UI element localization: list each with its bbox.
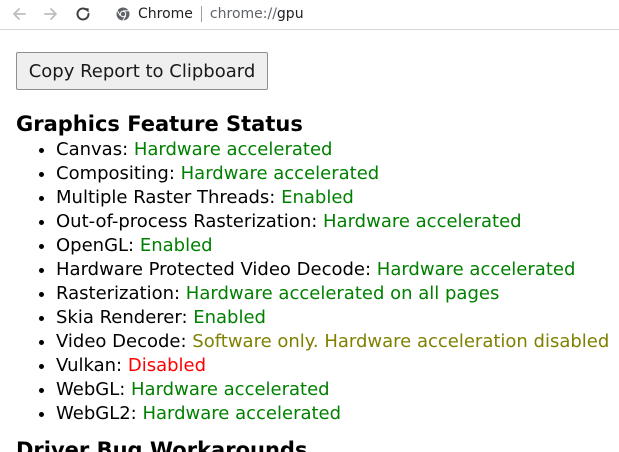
feature-name: Compositing: bbox=[56, 163, 181, 184]
address-bar[interactable]: Chrome chrome://gpu bbox=[106, 2, 619, 26]
feature-item: Hardware Protected Video Decode: Hardwar… bbox=[56, 258, 609, 282]
omnibox-divider bbox=[200, 6, 202, 22]
feature-status: Hardware accelerated bbox=[323, 211, 522, 232]
reload-button[interactable] bbox=[70, 2, 96, 26]
feature-name: Multiple Raster Threads: bbox=[56, 187, 282, 208]
url-scheme: chrome:// bbox=[209, 6, 277, 22]
feature-item: Skia Renderer: Enabled bbox=[56, 306, 609, 330]
feature-status: Hardware accelerated bbox=[180, 163, 380, 184]
feature-status: Enabled bbox=[193, 307, 266, 328]
feature-name: Skia Renderer: bbox=[56, 307, 194, 328]
back-button[interactable] bbox=[6, 2, 32, 26]
feature-name: Rasterization: bbox=[56, 283, 186, 304]
arrow-right-icon bbox=[44, 8, 57, 20]
page-content: Copy Report to Clipboard Graphics Featur… bbox=[0, 30, 619, 452]
feature-status: Hardware accelerated bbox=[142, 403, 342, 424]
feature-status: Hardware accelerated bbox=[376, 259, 576, 280]
feature-name: Out-of-process Rasterization: bbox=[56, 211, 324, 232]
feature-name: OpenGL: bbox=[56, 235, 140, 256]
reload-icon bbox=[76, 7, 90, 21]
feature-name: Vulkan: bbox=[56, 355, 128, 376]
driver-workarounds-heading: Driver Bug Workarounds bbox=[16, 438, 308, 452]
feature-name: Hardware Protected Video Decode: bbox=[56, 259, 377, 280]
feature-status: Disabled bbox=[127, 355, 207, 376]
arrow-left-icon bbox=[13, 8, 26, 20]
feature-status-list: Canvas: Hardware acceleratedCompositing:… bbox=[16, 138, 609, 426]
feature-item: Multiple Raster Threads: Enabled bbox=[56, 186, 609, 210]
feature-name: WebGL: bbox=[56, 379, 132, 400]
feature-status: Hardware accelerated bbox=[133, 139, 333, 160]
feature-item: Rasterization: Hardware accelerated on a… bbox=[56, 282, 609, 306]
feature-status-heading: Graphics Feature Status bbox=[16, 112, 303, 136]
browser-toolbar: Chrome chrome://gpu bbox=[0, 0, 619, 30]
feature-status: Enabled bbox=[281, 187, 354, 208]
feature-item: WebGL: Hardware accelerated bbox=[56, 378, 609, 402]
feature-item: WebGL2: Hardware accelerated bbox=[56, 402, 609, 426]
feature-item: Canvas: Hardware accelerated bbox=[56, 138, 609, 162]
copy-report-button[interactable]: Copy Report to Clipboard bbox=[16, 52, 268, 90]
feature-item: OpenGL: Enabled bbox=[56, 234, 609, 258]
feature-status: Software only. Hardware acceleration dis… bbox=[192, 331, 610, 352]
url-host: gpu bbox=[276, 6, 304, 22]
feature-item: Out-of-process Rasterization: Hardware a… bbox=[56, 210, 609, 234]
feature-status: Hardware accelerated bbox=[131, 379, 330, 400]
feature-name: WebGL2: bbox=[56, 403, 143, 424]
feature-status: Hardware accelerated on all pages bbox=[185, 283, 500, 304]
feature-item: Video Decode: Software only. Hardware ac… bbox=[56, 330, 609, 354]
feature-name: Canvas: bbox=[56, 139, 134, 160]
feature-item: Vulkan: Disabled bbox=[56, 354, 609, 378]
feature-status: Enabled bbox=[139, 235, 213, 256]
feature-item: Compositing: Hardware accelerated bbox=[56, 162, 609, 186]
site-chip-label: Chrome bbox=[138, 6, 193, 22]
feature-name: Video Decode: bbox=[56, 331, 193, 352]
chrome-icon bbox=[116, 7, 130, 21]
forward-button[interactable] bbox=[38, 2, 64, 26]
